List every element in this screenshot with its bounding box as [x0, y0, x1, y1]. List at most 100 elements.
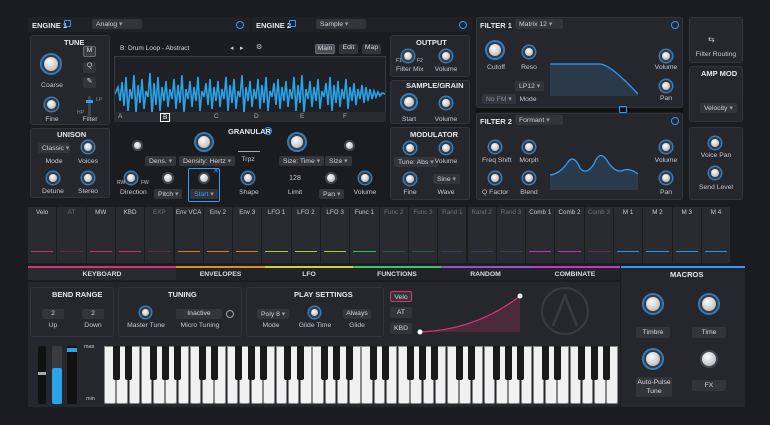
sample-slot-d[interactable]: D — [254, 113, 259, 120]
power-icon[interactable] — [671, 117, 679, 125]
velocity-dropdown[interactable]: Velocity — [700, 103, 737, 113]
dens-knob[interactable] — [132, 140, 143, 151]
mod-strip[interactable]: Env 3 — [233, 207, 263, 263]
kbd-button[interactable]: KBD — [390, 323, 412, 334]
pan-knob[interactable] — [325, 172, 337, 184]
mod-strip[interactable]: M 4 — [701, 207, 732, 263]
mod-strip[interactable]: MW — [86, 207, 116, 263]
wave-saw-button[interactable]: M — [83, 46, 96, 57]
detune-knob[interactable] — [47, 172, 59, 184]
black-key[interactable] — [517, 346, 524, 380]
black-key[interactable] — [296, 346, 304, 380]
pitch-wheel[interactable] — [38, 346, 46, 404]
autopulse-knob[interactable] — [644, 350, 662, 368]
black-key[interactable] — [553, 346, 561, 380]
filter-slider[interactable] — [88, 96, 91, 116]
black-key[interactable] — [174, 346, 181, 380]
power-icon[interactable] — [226, 310, 234, 318]
black-key[interactable] — [235, 346, 243, 380]
black-key[interactable] — [370, 346, 377, 380]
filter1-volume-knob[interactable] — [660, 50, 672, 62]
send-level-knob[interactable] — [709, 167, 721, 179]
mod-strip[interactable]: M 3 — [672, 207, 702, 263]
power-icon[interactable] — [671, 21, 679, 29]
mod-strip[interactable]: EXP — [145, 207, 175, 263]
voice-pan-knob[interactable] — [709, 137, 721, 149]
engine2-type-dropdown[interactable]: Sample — [316, 19, 366, 29]
tune-abs-dropdown[interactable]: Tune: Abs — [394, 157, 438, 167]
autopulse-label[interactable]: Auto-Pulse Tune — [636, 377, 672, 397]
tune-abs-knob[interactable] — [404, 142, 416, 154]
limit-value[interactable]: 128 — [284, 175, 306, 182]
pan-dropdown[interactable]: Pan — [319, 189, 345, 199]
at-button[interactable]: AT — [390, 307, 412, 318]
tab-keyboard[interactable]: KEYBOARD — [28, 266, 176, 280]
sample-slot-e[interactable]: E — [300, 113, 304, 120]
no-fm-dropdown[interactable]: No FM — [482, 94, 516, 104]
size-time-dropdown[interactable]: Size: Time — [279, 156, 325, 166]
coarse-knob[interactable] — [42, 55, 60, 73]
tab-random[interactable]: RANDOM — [441, 266, 530, 280]
glide-time-knob[interactable] — [309, 307, 320, 318]
filter2-response[interactable] — [550, 140, 638, 190]
copy-icon[interactable] — [64, 20, 71, 27]
voices-knob[interactable] — [82, 141, 94, 153]
mod-strip[interactable]: AT — [57, 207, 87, 263]
sample-slot-c[interactable]: C — [214, 113, 219, 120]
black-key[interactable] — [125, 346, 132, 380]
filter1-mode-dropdown[interactable]: LP12 — [515, 81, 545, 91]
unison-mode-dropdown[interactable]: Classic — [38, 143, 70, 153]
wave-pen-button[interactable]: ✎ — [83, 77, 96, 88]
mod-strip[interactable]: Comb 1 — [526, 207, 556, 263]
sample-tab-map[interactable]: Map — [362, 44, 381, 54]
black-key[interactable] — [345, 346, 353, 380]
shape-knob[interactable] — [242, 172, 254, 184]
play-mode-dropdown[interactable]: Poly 8 — [257, 309, 290, 319]
q-factor-knob[interactable] — [489, 172, 501, 184]
filter1-response[interactable] — [550, 44, 638, 96]
sample-name[interactable]: B: Drum Loop - Abstract — [120, 45, 189, 52]
master-tune-knob[interactable] — [140, 307, 151, 318]
sample-tab-edit[interactable]: Edit — [339, 44, 358, 54]
black-key[interactable] — [149, 346, 157, 380]
blend-knob[interactable] — [523, 172, 535, 184]
black-key[interactable] — [247, 346, 255, 380]
engine1-type-dropdown[interactable]: Analog — [92, 19, 142, 29]
prev-arrow-icon[interactable]: ◂ — [230, 44, 234, 52]
mod-wheel-2[interactable] — [67, 346, 77, 404]
sample-slot-f[interactable]: F — [343, 113, 347, 120]
bend-up-field[interactable]: 2 — [42, 309, 64, 319]
filter1-type-dropdown[interactable]: Matrix 12 — [515, 19, 563, 29]
black-key[interactable] — [455, 346, 463, 380]
density-knob[interactable] — [196, 134, 212, 150]
cutoff-knob[interactable] — [487, 42, 503, 58]
swap-icon[interactable] — [619, 106, 627, 113]
velo-button[interactable]: Velo — [390, 291, 412, 302]
freq-shift-knob[interactable] — [489, 141, 501, 153]
next-arrow-icon[interactable]: ▸ — [240, 44, 244, 52]
black-key[interactable] — [198, 346, 206, 380]
fx-label[interactable]: FX — [692, 380, 726, 391]
black-key[interactable] — [590, 346, 598, 380]
black-key[interactable] — [382, 346, 390, 380]
mod-strip[interactable]: Func 3 — [408, 207, 439, 263]
output-volume-knob[interactable] — [440, 50, 452, 62]
tab-lfo[interactable]: LFO — [265, 266, 353, 280]
black-key[interactable] — [504, 346, 512, 380]
sample-slot-b[interactable]: B — [160, 113, 171, 122]
black-key[interactable] — [333, 346, 341, 380]
black-key[interactable] — [284, 346, 292, 380]
mod-volume-knob[interactable] — [440, 142, 452, 154]
filter1-pan-knob[interactable] — [660, 80, 672, 92]
mod-strip[interactable]: M 2 — [643, 207, 673, 263]
mod-strip[interactable]: Velo — [28, 207, 58, 263]
tab-combinate[interactable]: COMBINATE — [530, 266, 620, 280]
mod-strip[interactable]: Comb 3 — [584, 207, 614, 263]
mod-strip[interactable]: Comb 2 — [555, 207, 585, 263]
black-key[interactable] — [541, 346, 549, 380]
density-dropdown[interactable]: Density: Hertz — [179, 156, 235, 166]
black-key[interactable] — [259, 346, 267, 380]
glide-always-field[interactable]: Always — [343, 309, 371, 319]
black-key[interactable] — [112, 346, 120, 380]
filter2-volume-knob[interactable] — [660, 141, 672, 153]
